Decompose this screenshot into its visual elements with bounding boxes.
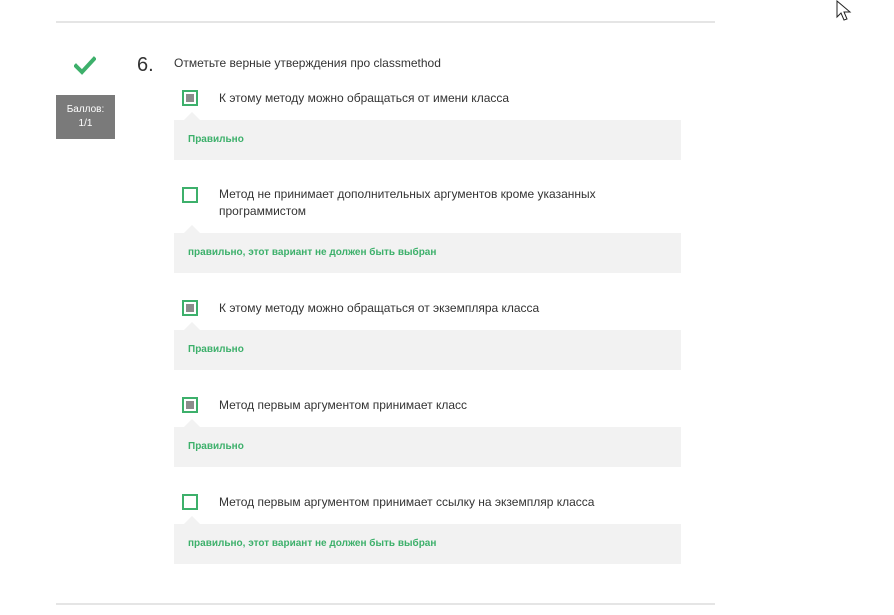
- option-checkbox[interactable]: [182, 494, 198, 510]
- question-number: 6.: [137, 54, 154, 76]
- option-label: Метод первым аргументом принимает класс: [219, 398, 467, 412]
- feedback-text: правильно, этот вариант не должен быть в…: [188, 247, 437, 258]
- option-label: К этому методу можно обращаться от экзем…: [219, 301, 540, 315]
- feedback-box: правильно, этот вариант не должен быть в…: [174, 225, 681, 273]
- feedback-box: правильно, этот вариант не должен быть в…: [174, 516, 681, 564]
- bottom-divider: [56, 603, 715, 605]
- feedback-box: Правильно: [174, 112, 681, 160]
- feedback-text: Правильно: [188, 344, 244, 355]
- option-label: К этому методу можно обращаться от имени…: [219, 91, 510, 105]
- score-value: 1/1: [78, 118, 93, 129]
- option-label: Метод не принимает дополнительных аргуме…: [219, 187, 596, 218]
- option-checkbox[interactable]: [182, 90, 198, 106]
- top-divider: [56, 21, 715, 23]
- feedback-text: Правильно: [188, 441, 244, 452]
- option-checkbox[interactable]: [182, 300, 198, 316]
- score-badge: Баллов: 1/1: [56, 95, 115, 139]
- feedback-box: Правильно: [174, 419, 681, 467]
- question-text: Отметьте верные утверждения про classmet…: [174, 56, 441, 70]
- option-checkbox[interactable]: [182, 187, 198, 203]
- score-label: Баллов:: [66, 104, 105, 115]
- mouse-cursor-icon: [836, 0, 852, 21]
- feedback-text: Правильно: [188, 134, 244, 145]
- option-checkbox[interactable]: [182, 397, 198, 413]
- option-label: Метод первым аргументом принимает ссылку…: [219, 495, 595, 509]
- feedback-text: правильно, этот вариант не должен быть в…: [188, 538, 437, 549]
- feedback-box: Правильно: [174, 322, 681, 370]
- checkmark-icon: [74, 56, 96, 75]
